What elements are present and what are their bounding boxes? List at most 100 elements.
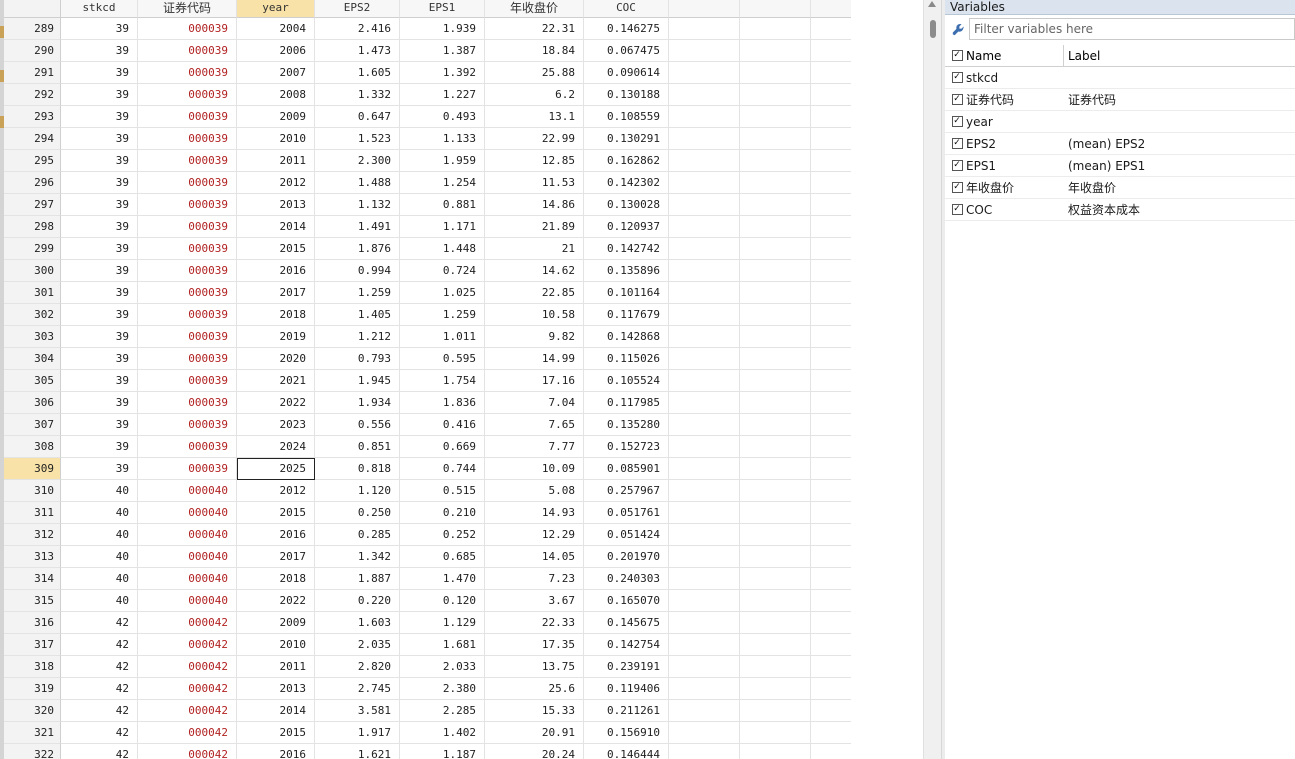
close-price-cell[interactable]: 13.75 [485, 656, 584, 678]
close-price-cell[interactable]: 21 [485, 238, 584, 260]
row-number[interactable]: 294 [4, 128, 61, 150]
year-cell[interactable]: 2019 [237, 326, 315, 348]
eps2-cell[interactable]: 1.917 [315, 722, 400, 744]
empty-cell[interactable] [811, 304, 851, 326]
empty-cell[interactable] [669, 436, 740, 458]
empty-cell[interactable] [811, 260, 851, 282]
eps2-cell[interactable]: 0.285 [315, 524, 400, 546]
year-cell[interactable]: 2014 [237, 216, 315, 238]
security-code-cell[interactable]: 000040 [138, 524, 237, 546]
empty-cell[interactable] [669, 546, 740, 568]
empty-cell[interactable] [740, 216, 811, 238]
coc-cell[interactable]: 0.201970 [584, 546, 669, 568]
table-row[interactable]: 304 39 000039 2020 0.793 0.595 14.99 0.115026 [4, 348, 851, 370]
empty-cell[interactable] [811, 150, 851, 172]
table-row[interactable]: 294 39 000039 2010 1.523 1.133 22.99 0.130291 [4, 128, 851, 150]
column-header-year-close-price[interactable]: 年收盘价 [485, 0, 584, 18]
empty-cell[interactable] [669, 84, 740, 106]
empty-cell[interactable] [740, 502, 811, 524]
variable-row[interactable]: ✓ year [945, 111, 1295, 133]
empty-cell[interactable] [669, 744, 740, 759]
coc-cell[interactable]: 0.115026 [584, 348, 669, 370]
coc-cell[interactable]: 0.257967 [584, 480, 669, 502]
close-price-cell[interactable]: 7.04 [485, 392, 584, 414]
empty-cell[interactable] [811, 392, 851, 414]
eps2-cell[interactable]: 0.250 [315, 502, 400, 524]
eps1-cell[interactable]: 1.392 [400, 62, 485, 84]
empty-cell[interactable] [740, 282, 811, 304]
year-cell[interactable]: 2024 [237, 436, 315, 458]
row-number[interactable]: 291 [4, 62, 61, 84]
empty-cell[interactable] [811, 612, 851, 634]
empty-cell[interactable] [740, 568, 811, 590]
row-number[interactable]: 320 [4, 700, 61, 722]
coc-cell[interactable]: 0.117985 [584, 392, 669, 414]
row-number[interactable]: 301 [4, 282, 61, 304]
stkcd-cell[interactable]: 42 [61, 700, 138, 722]
eps2-cell[interactable]: 0.556 [315, 414, 400, 436]
empty-cell[interactable] [740, 84, 811, 106]
label-column-header[interactable]: Label [1064, 45, 1295, 67]
coc-cell[interactable]: 0.152723 [584, 436, 669, 458]
empty-cell[interactable] [740, 348, 811, 370]
empty-cell[interactable] [811, 172, 851, 194]
table-row[interactable]: 291 39 000039 2007 1.605 1.392 25.88 0.090614 [4, 62, 851, 84]
eps1-cell[interactable]: 2.285 [400, 700, 485, 722]
table-row[interactable]: 319 42 000042 2013 2.745 2.380 25.6 0.119406 [4, 678, 851, 700]
variable-row[interactable]: ✓ stkcd [945, 67, 1295, 89]
row-number[interactable]: 296 [4, 172, 61, 194]
table-row[interactable]: 313 40 000040 2017 1.342 0.685 14.05 0.201970 [4, 546, 851, 568]
empty-cell[interactable] [740, 326, 811, 348]
empty-cell[interactable] [811, 546, 851, 568]
year-cell[interactable]: 2011 [237, 656, 315, 678]
coc-cell[interactable]: 0.135280 [584, 414, 669, 436]
security-code-cell[interactable]: 000042 [138, 656, 237, 678]
stkcd-cell[interactable]: 39 [61, 150, 138, 172]
stkcd-cell[interactable]: 42 [61, 612, 138, 634]
variable-checkbox[interactable]: ✓ [949, 94, 965, 105]
coc-cell[interactable]: 0.239191 [584, 656, 669, 678]
empty-cell[interactable] [740, 172, 811, 194]
row-number[interactable]: 290 [4, 40, 61, 62]
security-code-cell[interactable]: 000039 [138, 106, 237, 128]
coc-cell[interactable]: 0.211261 [584, 700, 669, 722]
stkcd-cell[interactable]: 39 [61, 172, 138, 194]
row-number[interactable]: 315 [4, 590, 61, 612]
eps1-cell[interactable]: 1.133 [400, 128, 485, 150]
row-number[interactable]: 293 [4, 106, 61, 128]
year-cell[interactable]: 2015 [237, 722, 315, 744]
security-code-cell[interactable]: 000039 [138, 84, 237, 106]
stkcd-cell[interactable]: 42 [61, 722, 138, 744]
stkcd-cell[interactable]: 39 [61, 348, 138, 370]
security-code-cell[interactable]: 000039 [138, 348, 237, 370]
variable-row[interactable]: ✓ COC 权益资本成本 [945, 199, 1295, 221]
row-number[interactable]: 305 [4, 370, 61, 392]
empty-cell[interactable] [740, 612, 811, 634]
empty-cell[interactable] [811, 128, 851, 150]
empty-cell[interactable] [669, 656, 740, 678]
empty-cell[interactable] [811, 634, 851, 656]
eps1-cell[interactable]: 0.252 [400, 524, 485, 546]
empty-cell[interactable] [740, 546, 811, 568]
coc-cell[interactable]: 0.105524 [584, 370, 669, 392]
empty-cell[interactable] [740, 700, 811, 722]
eps1-cell[interactable]: 1.171 [400, 216, 485, 238]
empty-cell[interactable] [811, 62, 851, 84]
eps2-cell[interactable]: 2.035 [315, 634, 400, 656]
security-code-cell[interactable]: 000040 [138, 568, 237, 590]
eps2-cell[interactable]: 1.212 [315, 326, 400, 348]
empty-cell[interactable] [740, 480, 811, 502]
eps2-cell[interactable]: 1.621 [315, 744, 400, 759]
empty-cell[interactable] [669, 106, 740, 128]
empty-cell[interactable] [811, 700, 851, 722]
eps2-cell[interactable]: 0.647 [315, 106, 400, 128]
scroll-up-arrow-icon[interactable] [928, 1, 936, 7]
stkcd-cell[interactable]: 39 [61, 458, 138, 480]
eps1-cell[interactable]: 1.025 [400, 282, 485, 304]
eps1-cell[interactable]: 2.033 [400, 656, 485, 678]
coc-cell[interactable]: 0.146275 [584, 18, 669, 40]
empty-cell[interactable] [811, 84, 851, 106]
empty-cell[interactable] [669, 502, 740, 524]
security-code-cell[interactable]: 000042 [138, 678, 237, 700]
empty-cell[interactable] [811, 370, 851, 392]
